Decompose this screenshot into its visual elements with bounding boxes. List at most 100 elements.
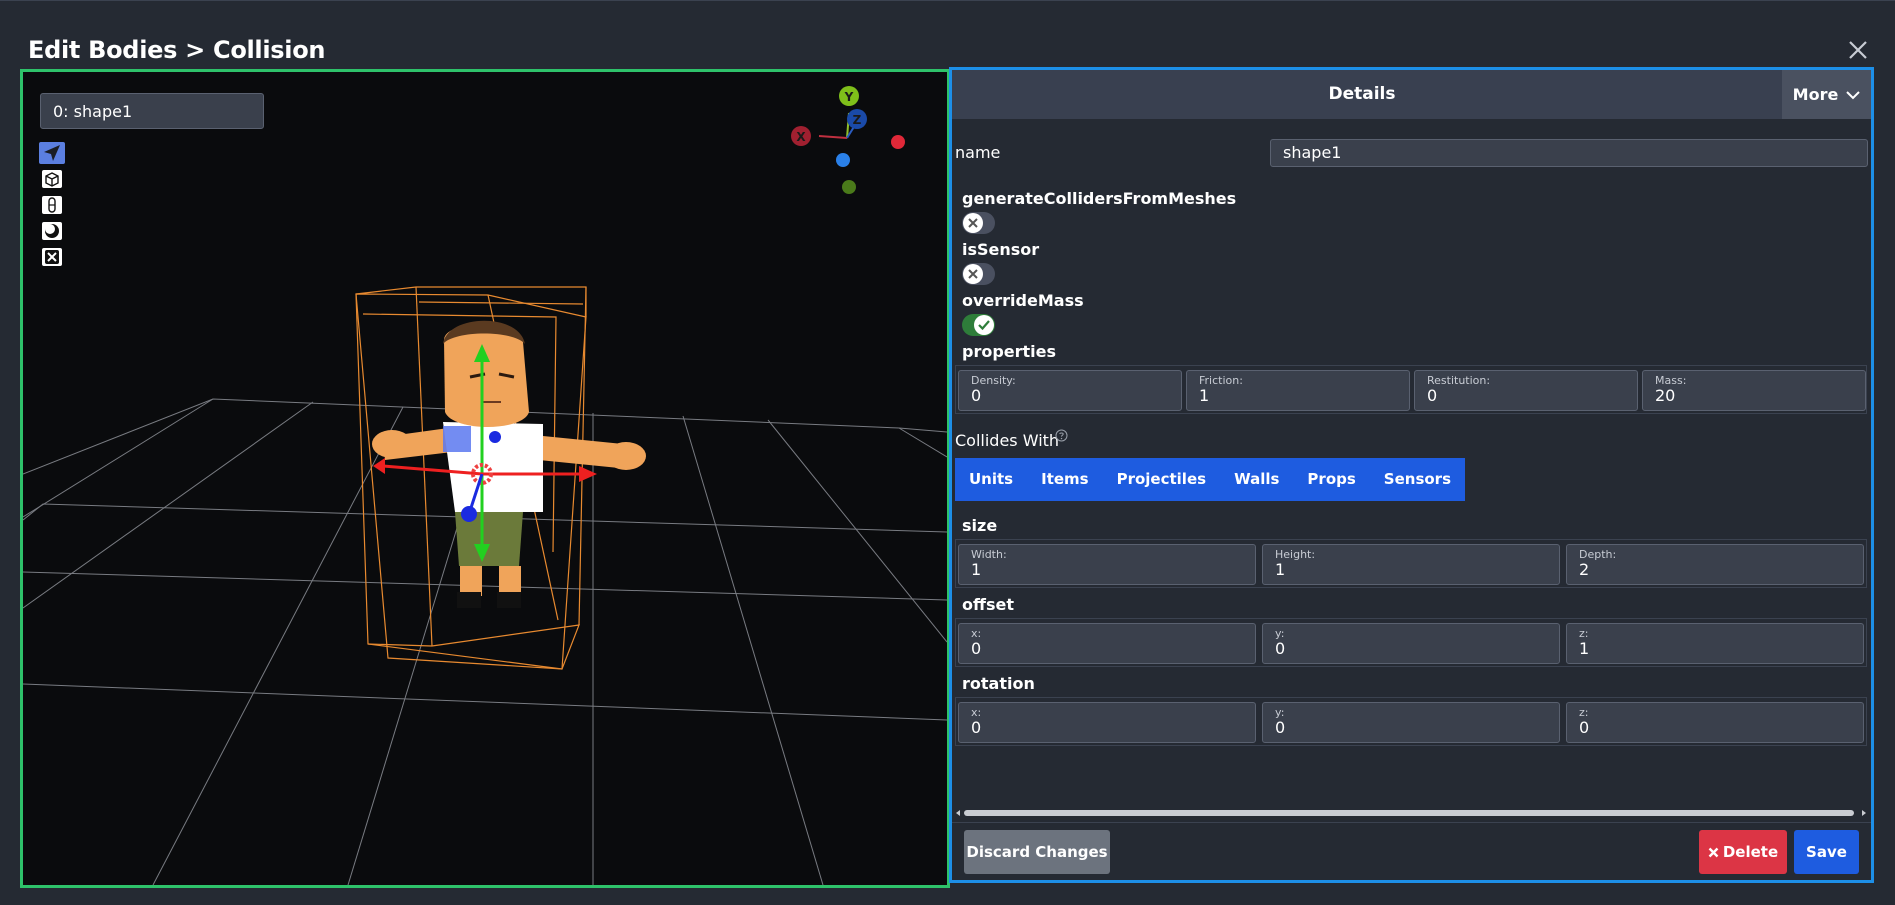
axis-orientation-gizmo: Y X Z xyxy=(791,86,905,194)
remove-box-icon[interactable] xyxy=(39,246,65,268)
select-arrow-icon[interactable] xyxy=(39,142,65,164)
scroll-right-icon[interactable] xyxy=(1860,809,1868,817)
collides-projectiles-button[interactable]: Projectiles xyxy=(1102,458,1221,501)
density-label: Density: xyxy=(971,374,1016,387)
x-icon xyxy=(1708,847,1719,857)
density-field[interactable]: Density: 0 xyxy=(958,370,1182,411)
footer-divider xyxy=(952,822,1871,823)
shape-select[interactable]: 0: shape1 xyxy=(40,93,264,129)
rotation-label: rotation xyxy=(962,674,1035,693)
offset-z-label: z: xyxy=(1579,627,1589,640)
gizmo-y-label: Y xyxy=(844,90,854,104)
offset-x-field[interactable]: x: 0 xyxy=(958,623,1256,664)
rotation-y-label: y: xyxy=(1275,706,1285,719)
width-label: Width: xyxy=(971,548,1007,561)
restitution-field[interactable]: Restitution: 0 xyxy=(1414,370,1638,411)
window-top-border xyxy=(0,0,1895,1)
collides-with-label: Collides With xyxy=(955,431,1060,450)
rotation-z-label: z: xyxy=(1579,706,1589,719)
viewport-toolbar xyxy=(39,142,65,272)
gizmo-axis-neg-y[interactable] xyxy=(842,180,856,194)
friction-value: 1 xyxy=(1199,386,1210,405)
mass-field[interactable]: Mass: 20 xyxy=(1642,370,1866,411)
restitution-value: 0 xyxy=(1427,386,1438,405)
capsule-icon[interactable] xyxy=(39,194,65,216)
offset-group: x: 0 y: 0 z: 1 xyxy=(955,618,1867,667)
depth-value: 2 xyxy=(1579,560,1590,579)
chevron-down-icon xyxy=(1846,90,1861,99)
collides-sensors-button[interactable]: Sensors xyxy=(1369,458,1466,501)
sphere-icon[interactable] xyxy=(39,220,65,242)
is-sensor-label: isSensor xyxy=(962,240,1040,259)
offset-z-value: 1 xyxy=(1579,639,1590,658)
offset-label: offset xyxy=(962,595,1014,614)
details-panel: Details More name shape1 generateCollide… xyxy=(949,67,1874,883)
density-value: 0 xyxy=(971,386,982,405)
collides-units-button[interactable]: Units xyxy=(955,458,1028,501)
offset-x-label: x: xyxy=(971,627,982,640)
toggle-off-icon xyxy=(963,213,983,233)
close-icon[interactable] xyxy=(1846,38,1870,62)
generate-colliders-label: generateCollidersFromMeshes xyxy=(962,189,1237,208)
more-button[interactable]: More xyxy=(1782,70,1871,119)
offset-z-field[interactable]: z: 1 xyxy=(1566,623,1864,664)
collides-props-button[interactable]: Props xyxy=(1293,458,1370,501)
gizmo-z-label: Z xyxy=(853,113,862,127)
scroll-left-icon[interactable] xyxy=(954,809,962,817)
is-sensor-toggle[interactable] xyxy=(962,263,995,285)
offset-x-value: 0 xyxy=(971,639,982,658)
rotation-y-field[interactable]: y: 0 xyxy=(1262,702,1560,743)
friction-label: Friction: xyxy=(1199,374,1243,387)
properties-label: properties xyxy=(962,342,1057,361)
gizmo-axis-neg-x[interactable] xyxy=(891,135,905,149)
name-input[interactable]: shape1 xyxy=(1270,139,1868,167)
collides-items-button[interactable]: Items xyxy=(1027,458,1103,501)
discard-changes-button[interactable]: Discard Changes xyxy=(964,830,1110,874)
gizmo-x-label: X xyxy=(796,130,806,144)
3d-viewport[interactable]: Y X Z 0: shape1 xyxy=(20,69,950,888)
details-title: Details xyxy=(1328,84,1396,104)
gizmo-axis-neg-z[interactable] xyxy=(836,153,850,167)
override-mass-label: overrideMass xyxy=(962,291,1084,310)
generate-colliders-toggle[interactable] xyxy=(962,212,995,234)
cube-icon[interactable] xyxy=(39,168,65,190)
offset-y-field[interactable]: y: 0 xyxy=(1262,623,1560,664)
offset-y-label: y: xyxy=(1275,627,1285,640)
delete-button[interactable]: Delete xyxy=(1699,830,1787,874)
page-title: Edit Bodies > Collision xyxy=(28,36,326,64)
depth-label: Depth: xyxy=(1579,548,1617,561)
more-label: More xyxy=(1792,85,1839,104)
horizontal-scrollbar[interactable] xyxy=(964,810,1854,816)
offset-y-value: 0 xyxy=(1275,639,1286,658)
mass-label: Mass: xyxy=(1655,374,1687,387)
depth-field[interactable]: Depth: 2 xyxy=(1566,544,1864,585)
rotation-y-value: 0 xyxy=(1275,718,1286,737)
height-value: 1 xyxy=(1275,560,1286,579)
width-field[interactable]: Width: 1 xyxy=(958,544,1256,585)
override-mass-toggle[interactable] xyxy=(962,314,995,336)
details-header: Details More xyxy=(952,70,1871,119)
height-label: Height: xyxy=(1275,548,1316,561)
height-field[interactable]: Height: 1 xyxy=(1262,544,1560,585)
friction-field[interactable]: Friction: 1 xyxy=(1186,370,1410,411)
collides-with-group: Units Items Projectiles Walls Props Sens… xyxy=(955,458,1466,501)
rotation-x-field[interactable]: x: 0 xyxy=(958,702,1256,743)
properties-group: Density: 0 Friction: 1 Restitution: 0 Mass:… xyxy=(955,365,1867,414)
save-button[interactable]: Save xyxy=(1794,830,1859,874)
character-model xyxy=(372,320,646,608)
restitution-label: Restitution: xyxy=(1427,374,1491,387)
rotation-group: x: 0 y: 0 z: 0 xyxy=(955,697,1867,746)
toggle-off-icon xyxy=(963,264,983,284)
scene-canvas[interactable]: Y X Z xyxy=(23,72,947,885)
question-circle-icon[interactable] xyxy=(1055,429,1068,442)
delete-label: Delete xyxy=(1722,843,1779,861)
rotation-x-value: 0 xyxy=(971,718,982,737)
toggle-on-icon xyxy=(974,315,994,335)
collides-walls-button[interactable]: Walls xyxy=(1220,458,1294,501)
mass-value: 20 xyxy=(1655,386,1676,405)
width-value: 1 xyxy=(971,560,982,579)
name-label: name xyxy=(955,143,1001,162)
size-label: size xyxy=(962,516,998,535)
rotation-x-label: x: xyxy=(971,706,982,719)
rotation-z-field[interactable]: z: 0 xyxy=(1566,702,1864,743)
